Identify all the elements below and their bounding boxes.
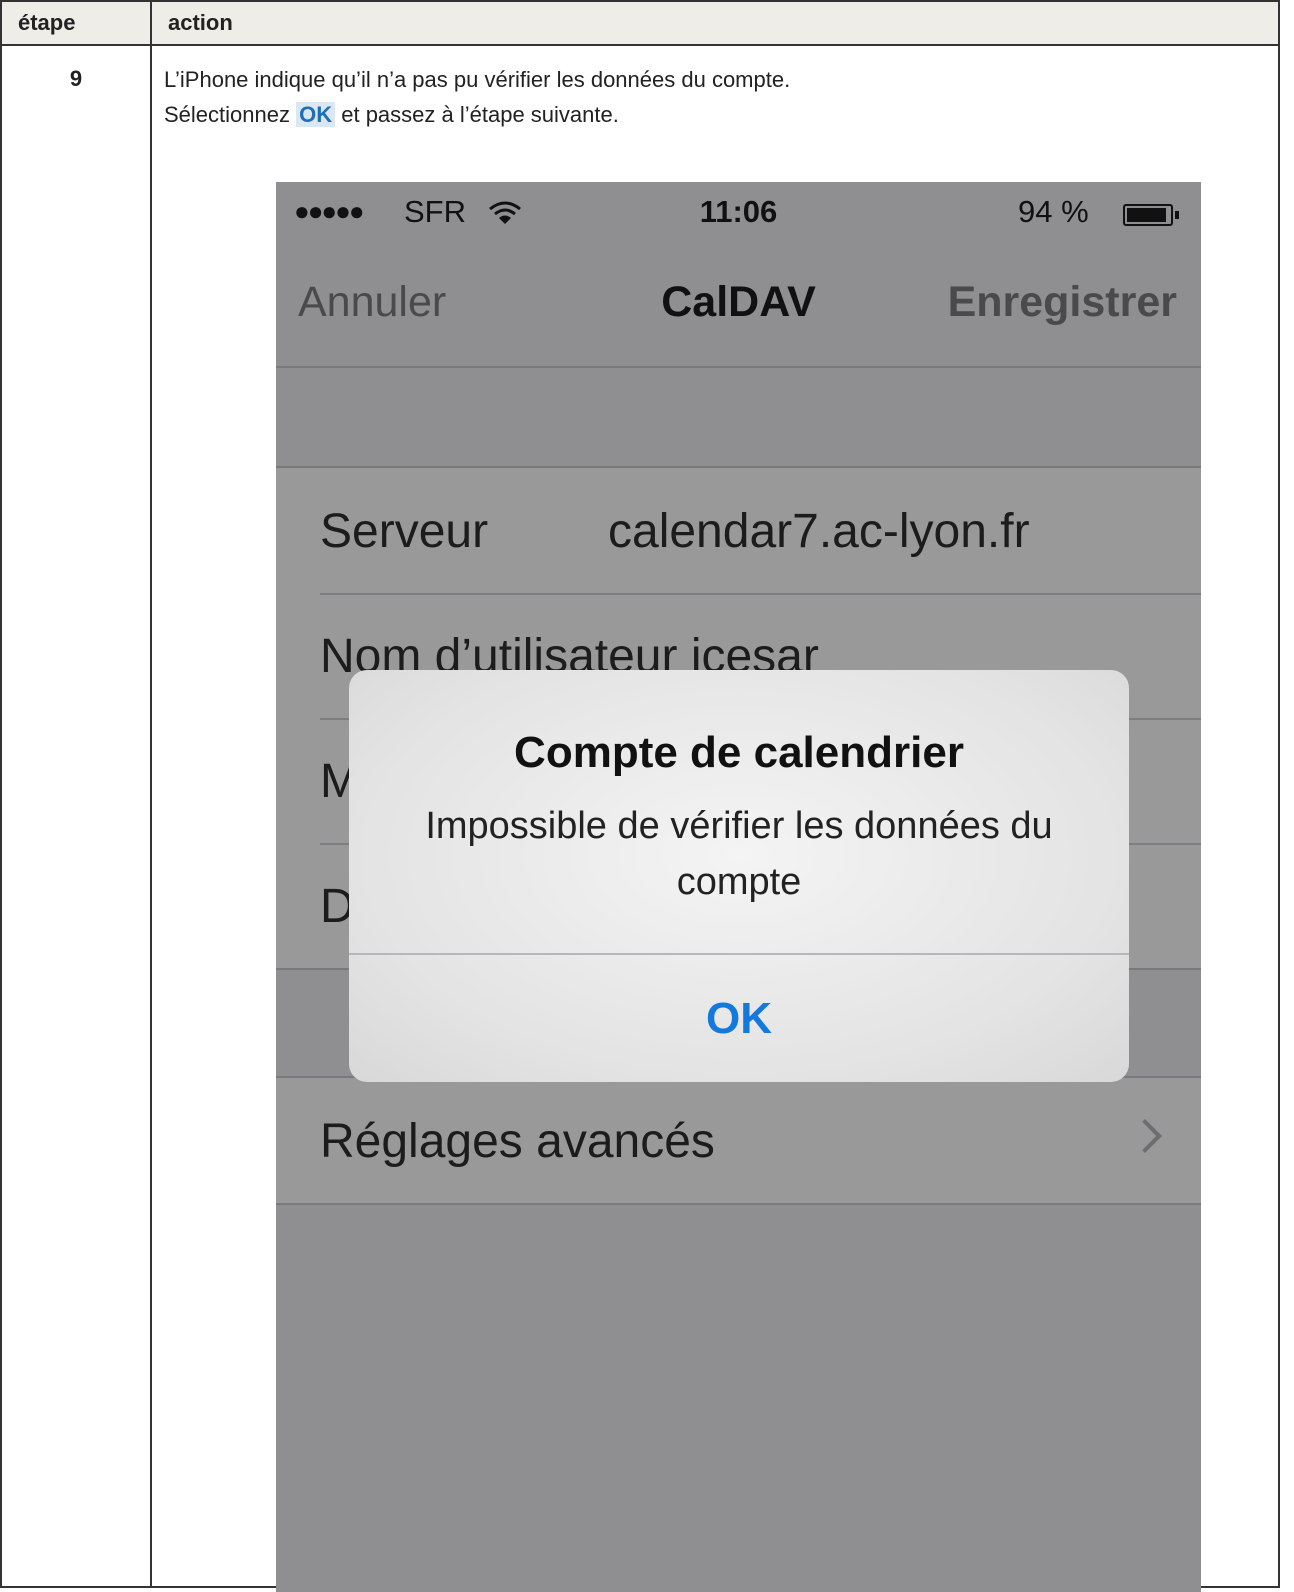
instruction-prefix: Sélectionnez [164, 102, 290, 127]
save-button[interactable]: Enregistrer [948, 278, 1177, 327]
advanced-settings-label: Réglages avancés [320, 1115, 715, 1168]
alert-message: Impossible de vérifier les données du co… [425, 805, 1053, 903]
instruction-text: L’iPhone indique qu’il n’a pas pu vérifi… [152, 46, 1278, 132]
iphone-screenshot: ●●●●● SFR 11:06 94 % Annuler CalDAV Enre… [276, 182, 1201, 1592]
instructions-table: étape action 9 L’iPhone indique qu’il n’… [0, 0, 1280, 1592]
ok-highlight: OK [296, 102, 336, 127]
instruction-suffix: et passez à l’étape suivante. [341, 102, 619, 127]
battery-icon [1123, 204, 1173, 226]
alert-divider [349, 953, 1129, 955]
alert-dialog: Compte de calendrier Impossible de vérif… [349, 670, 1129, 1082]
navigation-bar: Annuler CalDAV Enregistrer [276, 246, 1201, 368]
status-bar: ●●●●● SFR 11:06 94 % [276, 182, 1201, 246]
header-action: action [150, 0, 1280, 46]
advanced-group: Réglages avancés [276, 1076, 1201, 1205]
alert-title: Compte de calendrier [514, 728, 964, 777]
advanced-settings-row[interactable]: Réglages avancés [276, 1078, 1201, 1203]
instruction-line-2: Sélectionnez OK et passez à l’étape suiv… [164, 97, 1278, 132]
instruction-line-1: L’iPhone indique qu’il n’a pas pu vérifi… [164, 67, 791, 92]
step-number: 9 [0, 44, 152, 1588]
ok-button[interactable]: OK [349, 956, 1129, 1082]
server-value: calendar7.ac-lyon.fr [608, 505, 1030, 558]
action-cell: L’iPhone indique qu’il n’a pas pu vérifi… [150, 44, 1280, 1592]
battery-cap [1175, 211, 1179, 219]
table-header-row: étape action [0, 0, 1280, 46]
server-label: Serveur [320, 505, 489, 558]
field-row-server[interactable]: Serveur calendar7.ac-lyon.fr [276, 468, 1201, 593]
battery-percent: 94 % [1018, 194, 1089, 229]
header-step: étape [0, 0, 152, 46]
battery-fill [1127, 208, 1167, 222]
table-row: 9 L’iPhone indique qu’il n’a pas pu véri… [0, 44, 1280, 1592]
chevron-right-icon [1128, 1119, 1162, 1153]
